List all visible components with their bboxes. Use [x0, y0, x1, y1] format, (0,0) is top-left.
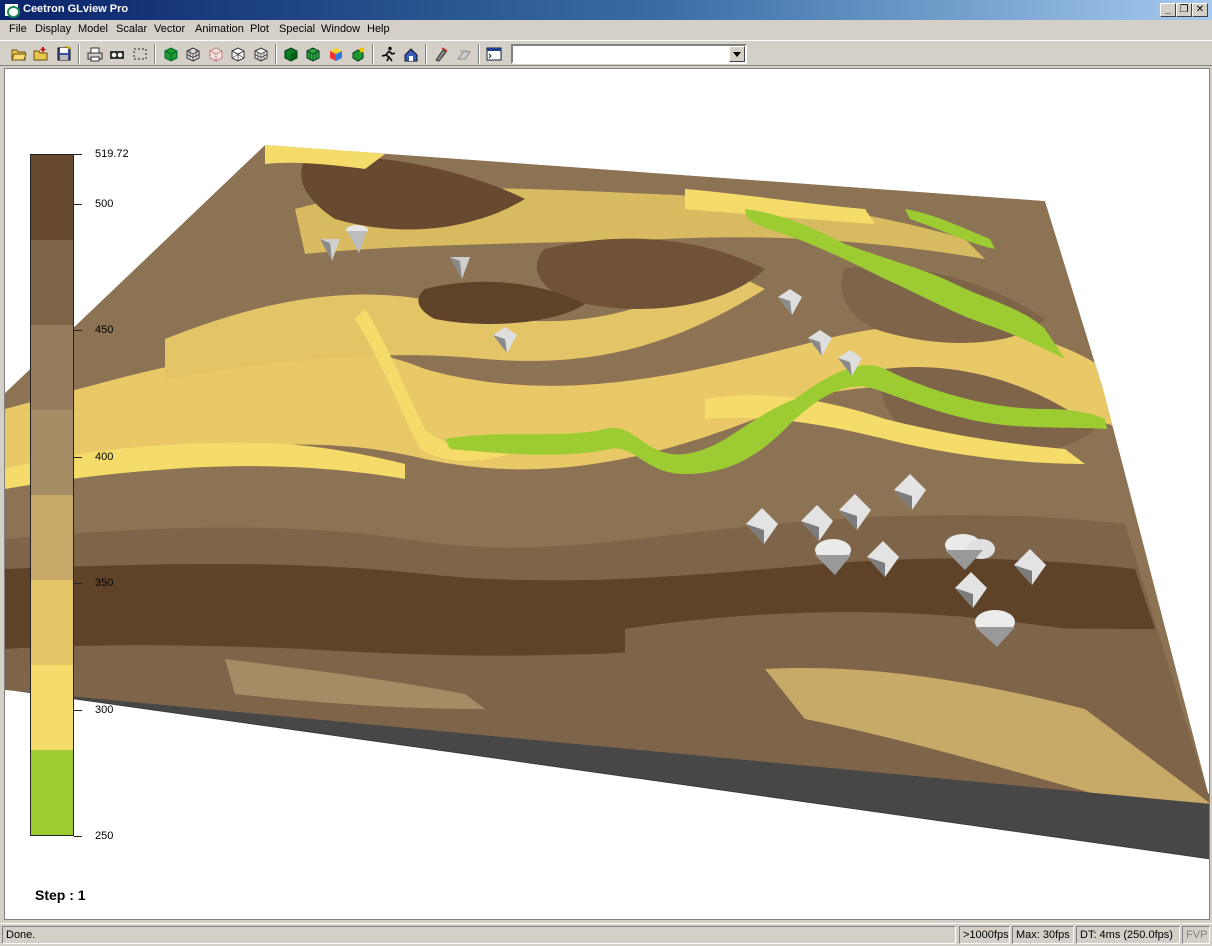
chevron-down-icon — [733, 51, 741, 57]
solid-cube-icon[interactable] — [161, 44, 181, 64]
app-icon[interactable] — [4, 3, 20, 18]
app-window: Ceetron GLview Pro _ ❐ ✕ File Display Mo… — [0, 0, 1212, 946]
menu-file[interactable]: File — [9, 23, 27, 35]
menu-special[interactable]: Special — [279, 23, 315, 35]
open-add-icon[interactable] — [31, 44, 51, 64]
console-icon[interactable] — [484, 44, 504, 64]
select-region-icon[interactable] — [130, 44, 150, 64]
step-label: Step : 1 — [35, 887, 86, 903]
legend-tick — [74, 709, 82, 711]
status-bar: Done. >1000fps Max: 30fps DT: 4ms (250.0… — [0, 923, 1212, 946]
menu-model[interactable]: Model — [78, 23, 108, 35]
menu-plot[interactable]: Plot — [250, 23, 269, 35]
outline-cube-icon[interactable] — [228, 44, 248, 64]
legend-label-450: 450 — [95, 324, 114, 337]
save-icon[interactable] — [54, 44, 74, 64]
point-cube-icon[interactable] — [206, 44, 226, 64]
legend-tick — [74, 583, 82, 585]
terrain-surface — [5, 145, 1209, 804]
color-cube-icon[interactable] — [326, 44, 346, 64]
legend-color-band — [31, 240, 73, 325]
title-bar[interactable]: Ceetron GLview Pro _ ❐ ✕ — [0, 0, 1212, 20]
toolbar-separator — [425, 44, 427, 64]
legend-color-band — [31, 495, 73, 580]
menu-vector[interactable]: Vector — [154, 23, 185, 35]
legend-color-band — [31, 155, 73, 240]
camera-settings-icon[interactable] — [431, 44, 451, 64]
window-title: Ceetron GLview Pro — [23, 3, 129, 15]
legend-color-band — [31, 410, 73, 495]
clip-icon[interactable] — [454, 44, 474, 64]
status-fps: >1000fps — [959, 926, 1010, 944]
legend-color-band — [31, 665, 73, 750]
color-legend — [30, 154, 74, 836]
toolbar — [0, 40, 1212, 66]
run-animation-icon[interactable] — [378, 44, 398, 64]
small-cube-icon[interactable] — [348, 44, 368, 64]
status-dt: DT: 4ms (250.0fps) — [1076, 926, 1180, 944]
toolbar-separator — [478, 44, 480, 64]
camera-icon[interactable] — [107, 44, 127, 64]
wire-cube-icon[interactable] — [183, 44, 203, 64]
shaded-cube-icon[interactable] — [281, 44, 301, 64]
fly-to-icon[interactable] — [401, 44, 421, 64]
print-icon[interactable] — [85, 44, 105, 64]
close-button[interactable]: ✕ — [1192, 3, 1208, 17]
legend-label-250: 250 — [95, 830, 114, 842]
green-mesh-cube-icon[interactable] — [303, 44, 323, 64]
terrain-scene[interactable] — [5, 69, 1210, 920]
legend-tick — [74, 154, 82, 155]
legend-color-band — [31, 750, 73, 835]
menu-display[interactable]: Display — [35, 23, 71, 35]
restore-button[interactable]: ❐ — [1176, 3, 1192, 17]
legend-max-label: 519.72 — [95, 148, 129, 160]
combo-dropdown-button[interactable] — [729, 46, 745, 62]
legend-label-500: 500 — [95, 197, 114, 210]
menu-bar: File Display Model Scalar Vector Animati… — [0, 20, 1212, 40]
legend-label-300: 300 — [95, 703, 114, 716]
toolbar-separator — [372, 44, 374, 64]
legend-label-350: 350 — [95, 577, 114, 590]
legend-tick — [74, 456, 82, 458]
menu-animation[interactable]: Animation — [195, 23, 244, 35]
legend-color-band — [31, 580, 73, 665]
minimize-button[interactable]: _ — [1160, 3, 1176, 17]
legend-color-band — [31, 325, 73, 410]
menu-window[interactable]: Window — [321, 23, 360, 35]
toolbar-separator — [154, 44, 156, 64]
legend-tick — [74, 836, 82, 837]
3d-viewport[interactable]: 519.72 500 450 400 350 300 250 Step : 1 — [4, 68, 1210, 920]
menu-scalar[interactable]: Scalar — [116, 23, 147, 35]
status-message: Done. — [2, 926, 956, 944]
view-combo-box[interactable] — [511, 44, 747, 64]
toolbar-separator — [275, 44, 277, 64]
status-fvp: FVP — [1182, 926, 1210, 944]
legend-tick — [74, 203, 82, 205]
legend-label-400: 400 — [95, 450, 114, 463]
mesh-cube-icon[interactable] — [251, 44, 271, 64]
legend-tick — [74, 330, 82, 332]
menu-help[interactable]: Help — [367, 23, 390, 35]
status-max-fps: Max: 30fps — [1012, 926, 1074, 944]
open-file-icon[interactable] — [9, 44, 29, 64]
toolbar-separator — [78, 44, 80, 64]
